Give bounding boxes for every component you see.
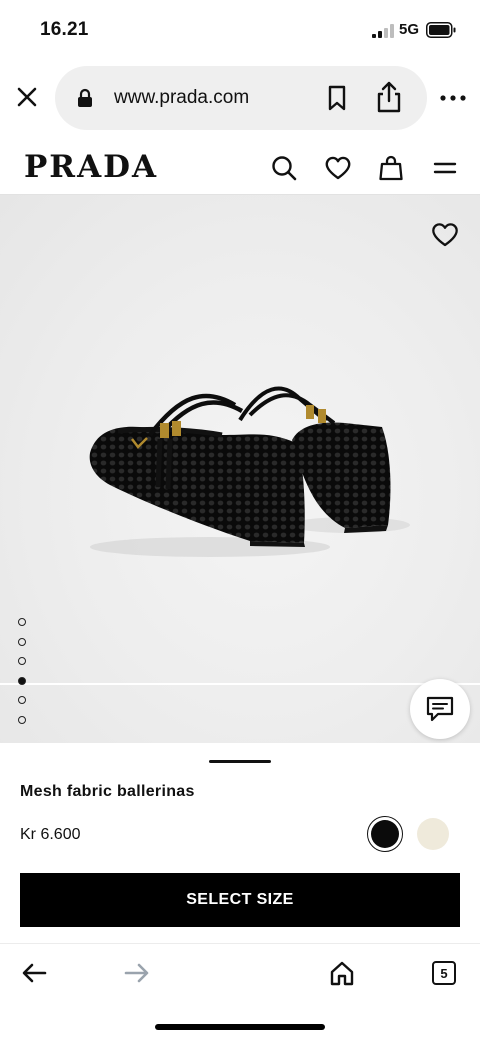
battery-icon: [426, 22, 456, 38]
gallery-dot-1[interactable]: [18, 618, 26, 626]
gallery-dot-2[interactable]: [18, 637, 26, 646]
gallery-dot-5[interactable]: [18, 696, 26, 705]
more-icon[interactable]: [438, 84, 468, 112]
status-bar: 16.21 5G: [0, 0, 480, 60]
chat-button[interactable]: [410, 679, 470, 739]
home-indicator: [155, 1024, 325, 1030]
color-swatch-black-fill: [371, 820, 399, 848]
home-button[interactable]: [327, 958, 357, 988]
url-text: www.prada.com: [114, 87, 250, 108]
gallery-dot-3[interactable]: [18, 657, 26, 666]
heart-icon[interactable]: [324, 154, 352, 182]
search-icon[interactable]: [270, 154, 298, 182]
sheet-drag-handle[interactable]: [209, 760, 271, 763]
favorite-heart-icon[interactable]: [430, 220, 460, 248]
prada-logo[interactable]: PRADA: [24, 149, 158, 185]
product-price: Kr 6.600: [20, 826, 81, 843]
color-swatch-black[interactable]: [367, 816, 403, 852]
forward-button[interactable]: [122, 958, 152, 988]
url-field[interactable]: www.prada.com: [55, 66, 427, 130]
product-image[interactable]: [0, 195, 480, 743]
close-icon: [17, 87, 37, 107]
bookmark-icon[interactable]: [323, 84, 351, 112]
back-button[interactable]: [19, 958, 49, 988]
select-size-button[interactable]: SELECT SIZE: [20, 873, 460, 927]
browser-address-bar: www.prada.com: [0, 64, 480, 132]
gallery-scroll-divider: [0, 683, 480, 685]
gallery-dot-6[interactable]: [18, 715, 26, 724]
lock-icon: [78, 88, 92, 107]
bag-icon[interactable]: [377, 154, 405, 182]
gallery-pagination: [18, 618, 28, 736]
site-header: PRADA: [0, 140, 480, 195]
close-button[interactable]: [12, 82, 42, 112]
chat-icon: [426, 696, 454, 722]
product-name: Mesh fabric ballerinas: [20, 783, 195, 800]
browser-toolbar: 5: [0, 943, 480, 1039]
tabs-button[interactable]: 5: [429, 958, 459, 988]
gallery-dot-4[interactable]: [18, 676, 26, 685]
back-arrow-icon: [22, 963, 47, 983]
home-icon: [330, 961, 354, 986]
product-info-panel: Mesh fabric ballerinas Kr 6.600 SELECT S…: [0, 743, 480, 943]
signal-icon: [372, 24, 394, 38]
status-time: 16.21: [40, 19, 89, 40]
tabs-icon: 5: [432, 961, 456, 985]
forward-arrow-icon: [124, 963, 149, 983]
share-icon[interactable]: [373, 80, 405, 114]
menu-icon[interactable]: [431, 154, 459, 182]
network-type: 5G: [399, 21, 420, 38]
ballerina-shoes-image: [89, 386, 410, 557]
color-swatch-cream[interactable]: [417, 818, 449, 850]
